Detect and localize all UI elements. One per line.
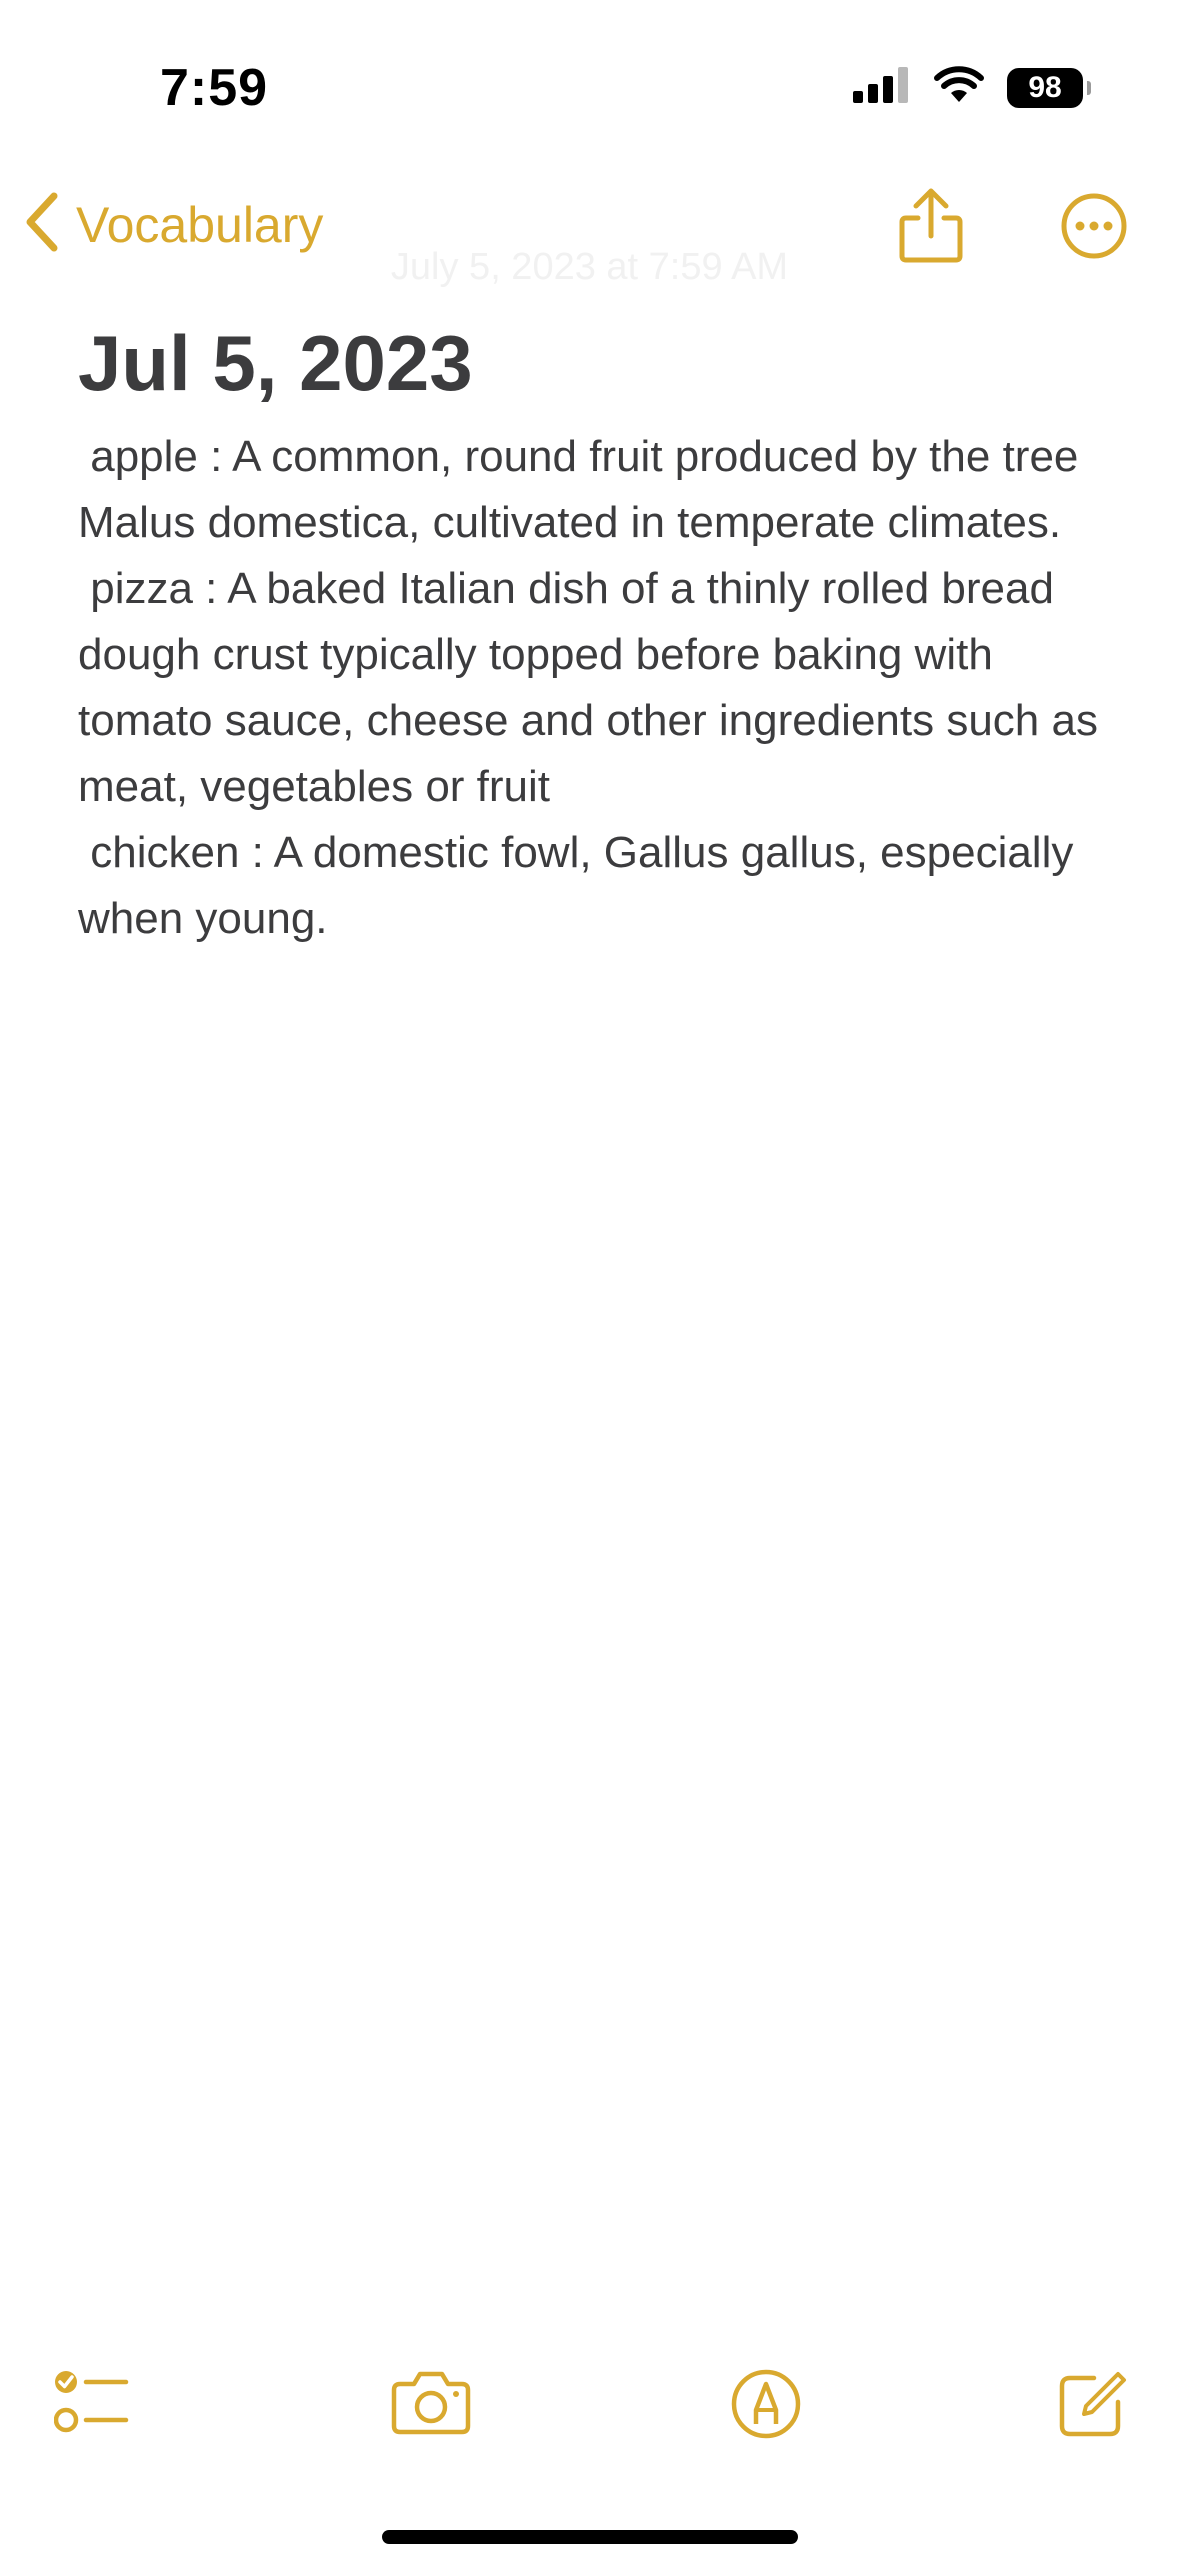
back-button-label: Vocabulary	[76, 196, 324, 253]
cellular-signal-icon	[853, 67, 911, 108]
markup-button[interactable]	[730, 2368, 802, 2445]
status-icons: 98	[853, 66, 1091, 109]
camera-icon	[390, 2371, 472, 2440]
notes-screen: 7:59 98 Vocabulary July 5, 2023 at 7:59 …	[0, 0, 1179, 2556]
compose-icon	[1056, 2372, 1128, 2444]
note-entry-pizza: pizza : A baked Italian dish of a thinly…	[78, 564, 1111, 811]
camera-button[interactable]	[390, 2368, 472, 2441]
battery-level: 98	[1028, 70, 1062, 104]
note-title[interactable]: Jul 5, 2023	[78, 318, 473, 409]
checklist-button[interactable]	[53, 2368, 130, 2441]
note-entry-apple: apple : A common, round fruit produced b…	[78, 432, 1091, 547]
edit-timestamp: July 5, 2023 at 7:59 AM	[390, 246, 789, 288]
battery-icon: 98	[1007, 67, 1091, 108]
note-body[interactable]: apple : A common, round fruit produced b…	[78, 424, 1118, 952]
note-entry-chicken: chicken : A domestic fowl, Gallus gallus…	[78, 828, 1086, 943]
markup-icon	[730, 2369, 802, 2444]
wifi-icon	[933, 66, 985, 109]
compose-button[interactable]	[1056, 2368, 1128, 2445]
checklist-icon	[53, 2371, 130, 2440]
status-time: 7:59	[160, 59, 269, 117]
home-indicator[interactable]	[382, 2530, 798, 2544]
